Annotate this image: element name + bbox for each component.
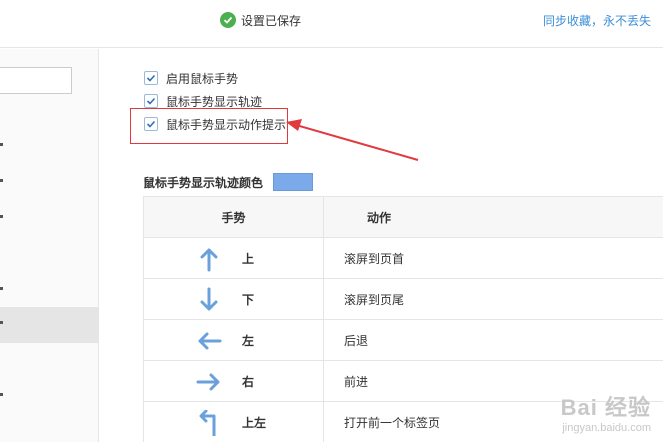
table-row: 左 后退 — [143, 319, 663, 361]
watermark: Bai 经验 jingyan.baidu.com — [561, 390, 651, 434]
gesture-cell: 右 — [143, 360, 324, 402]
gesture-name: 左 — [242, 334, 255, 348]
sidebar-item-active[interactable] — [0, 307, 99, 343]
table-header-row: 手势 动作 — [143, 196, 663, 238]
watermark-title: Bai 经验 — [560, 395, 651, 420]
annotation-highlight-box — [130, 108, 288, 144]
option-enable-gesture[interactable]: 启用鼠标手势 — [144, 69, 238, 87]
watermark-url: jingyan.baidu.com — [562, 422, 651, 434]
arrow-left-icon — [198, 332, 222, 350]
header-gesture: 手势 — [143, 196, 324, 238]
sidebar-item-marker — [0, 179, 3, 182]
sidebar-item[interactable] — [0, 273, 99, 309]
arrow-right-icon — [196, 373, 220, 391]
arrow-down-icon — [200, 287, 218, 311]
gesture-cell: 下 — [143, 278, 324, 320]
arrow-up-left-icon — [199, 410, 216, 436]
sync-favorites-link[interactable]: 同步收藏，永不丢失 — [543, 12, 651, 29]
arrow-up-icon — [200, 248, 218, 272]
checkbox-enable-gesture[interactable] — [144, 71, 158, 85]
gesture-cell: 上左 — [143, 401, 324, 442]
sidebar-item-marker — [0, 321, 3, 324]
gesture-name: 上 — [242, 252, 255, 266]
trail-color-swatch[interactable] — [273, 173, 314, 191]
gesture-name: 下 — [242, 293, 255, 307]
checkbox-show-trail[interactable] — [144, 94, 158, 108]
check-circle-icon — [220, 12, 236, 28]
action-cell: 滚屏到页首 — [323, 237, 663, 279]
settings-content: 启用鼠标手势 鼠标手势显示轨迹 鼠标手势显示动作提示 鼠标手势显示轨迹颜色 手势… — [99, 49, 663, 442]
table-row: 上 滚屏到页首 — [143, 237, 663, 279]
save-status: 设置已保存 — [220, 11, 301, 29]
sidebar-item-marker — [0, 287, 3, 290]
trail-color-label: 鼠标手势显示轨迹颜色 — [143, 175, 264, 190]
sidebar-item-marker — [0, 143, 3, 146]
option-label: 鼠标手势显示轨迹 — [166, 94, 263, 109]
table-row: 下 滚屏到页尾 — [143, 278, 663, 320]
gesture-name: 右 — [242, 375, 255, 389]
sidebar-search-input[interactable] — [0, 67, 72, 94]
gesture-name: 上左 — [242, 416, 267, 430]
trail-color-row: 鼠标手势显示轨迹颜色 — [143, 172, 314, 192]
sidebar-item[interactable] — [0, 165, 99, 201]
top-bar: 设置已保存 同步收藏，永不丢失 — [0, 0, 663, 48]
gesture-cell: 左 — [143, 319, 324, 361]
save-status-text: 设置已保存 — [241, 13, 302, 28]
header-action: 动作 — [323, 196, 663, 238]
sidebar — [0, 49, 99, 442]
sidebar-item[interactable] — [0, 379, 99, 415]
action-cell: 后退 — [323, 319, 663, 361]
sidebar-item[interactable] — [0, 201, 99, 237]
gesture-cell: 上 — [143, 237, 324, 279]
sidebar-item-marker — [0, 393, 3, 396]
sidebar-item-marker — [0, 215, 3, 218]
action-cell: 滚屏到页尾 — [323, 278, 663, 320]
sidebar-item[interactable] — [0, 129, 99, 165]
option-label: 启用鼠标手势 — [166, 71, 239, 86]
